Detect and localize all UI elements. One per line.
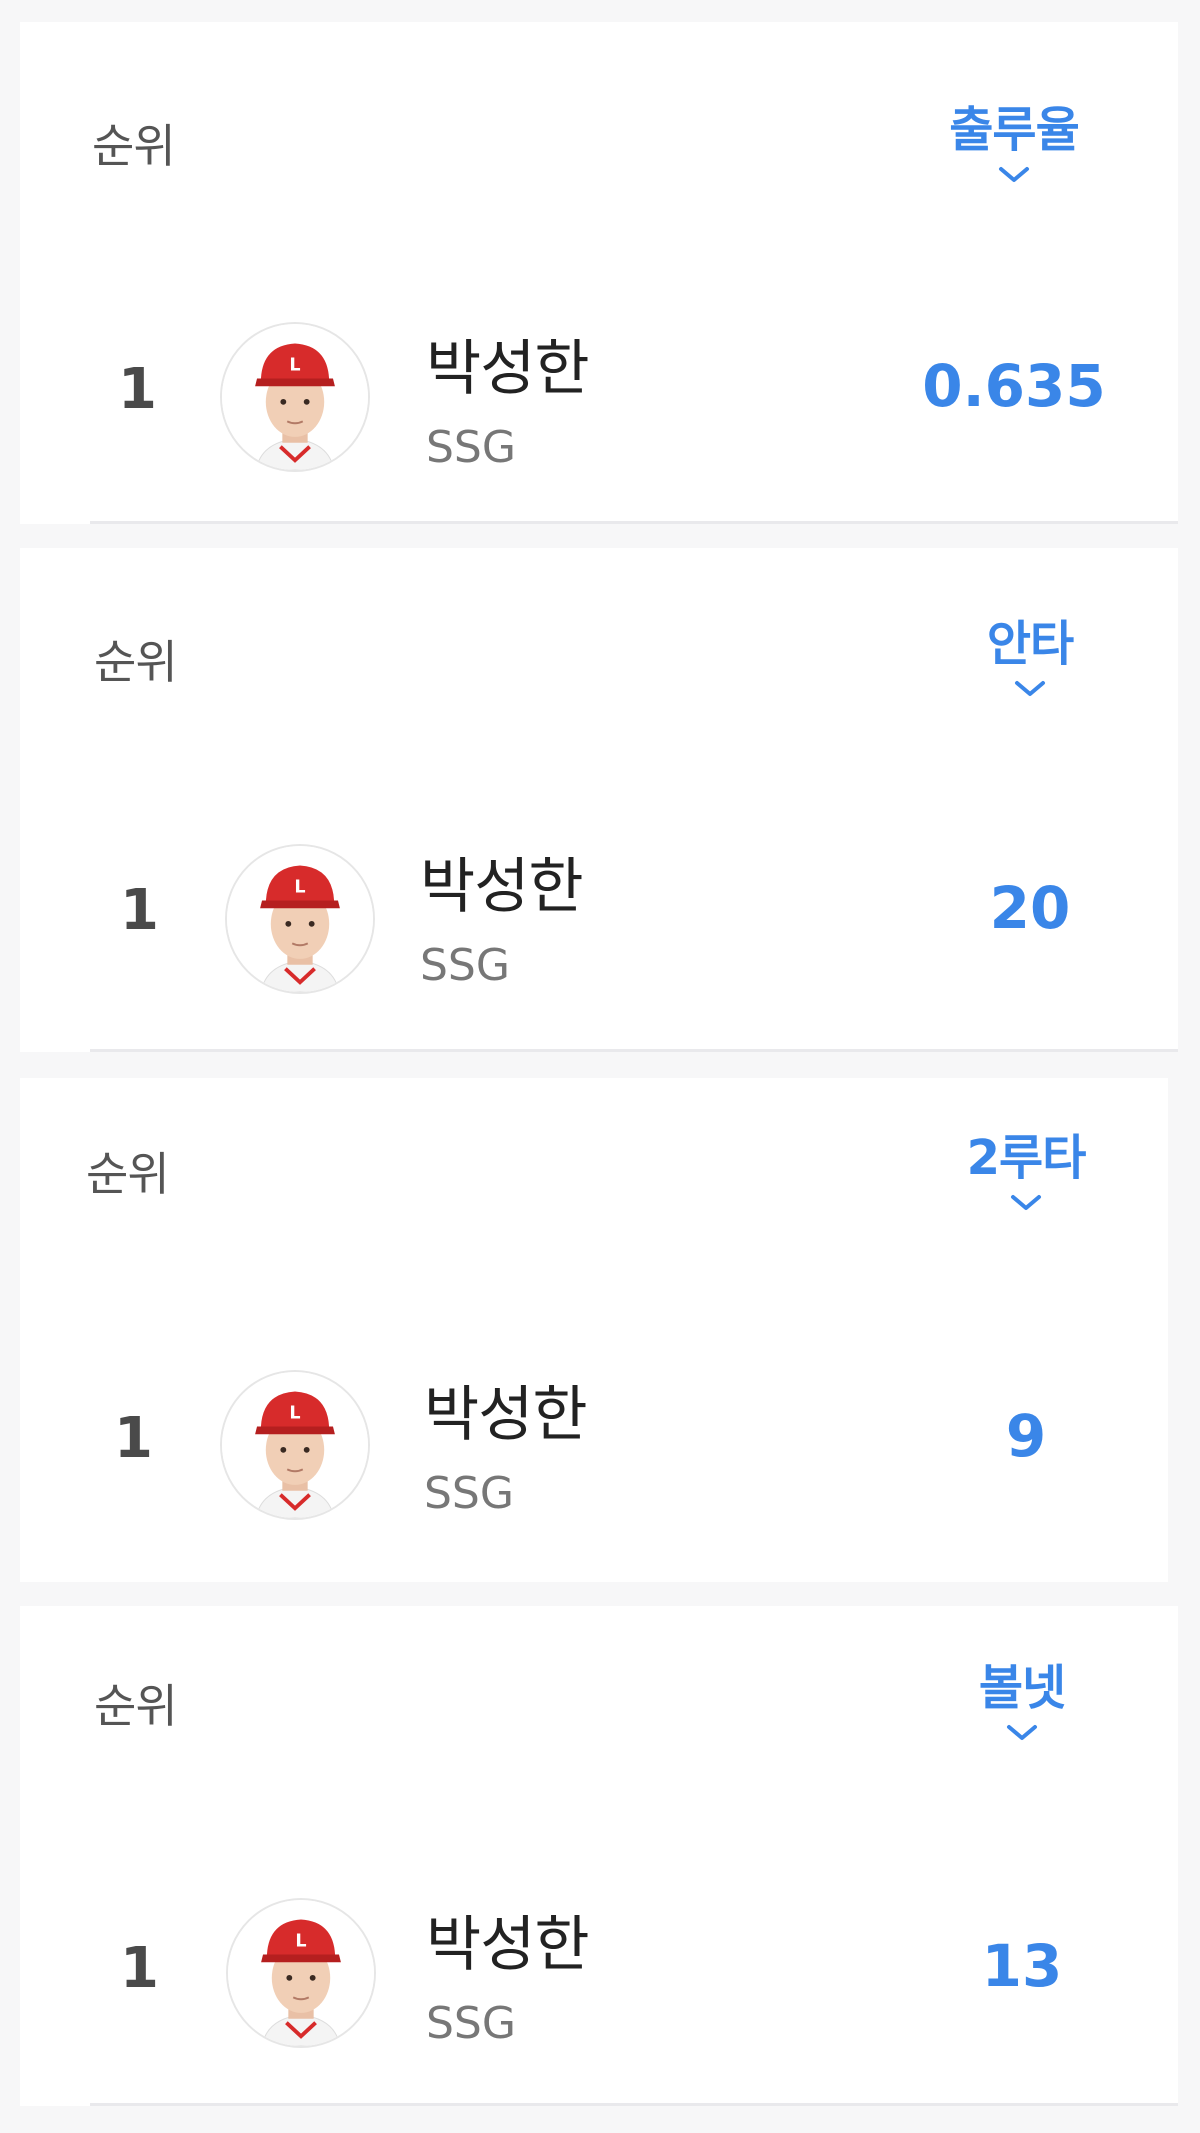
divider xyxy=(90,2103,1178,2106)
stat-value: 0.635 xyxy=(922,352,1106,420)
stat-sort-button[interactable]: 볼넷 xyxy=(902,1658,1142,1744)
avatar: L xyxy=(226,1898,376,2048)
leaderboard-card-hits: 순위 안타 1 L 박성한 SSG 20 xyxy=(20,548,1178,1052)
stat-sort-button[interactable]: 출루율 xyxy=(894,100,1134,186)
svg-text:L: L xyxy=(289,356,300,376)
team-name: SSG xyxy=(426,1998,516,2049)
svg-text:L: L xyxy=(289,1404,300,1424)
rank-header: 순위 xyxy=(94,1679,178,1733)
player-name[interactable]: 박성한 xyxy=(426,1896,590,1983)
stat-sort-button[interactable]: 2루타 xyxy=(906,1128,1146,1214)
team-name: SSG xyxy=(420,940,510,991)
svg-text:L: L xyxy=(294,878,305,898)
stat-label: 출루율 xyxy=(949,102,1079,158)
divider xyxy=(90,1049,1178,1052)
divider xyxy=(90,521,1178,524)
player-name[interactable]: 박성한 xyxy=(426,320,590,407)
rank-header: 순위 xyxy=(86,1147,170,1201)
team-name: SSG xyxy=(426,422,516,473)
chevron-down-icon xyxy=(1015,681,1045,696)
stat-sort-button[interactable]: 안타 xyxy=(910,614,1150,700)
rank-number: 1 xyxy=(120,878,159,943)
avatar: L xyxy=(225,844,375,994)
svg-text:L: L xyxy=(295,1932,306,1952)
rank-number: 1 xyxy=(118,357,157,422)
chevron-down-icon xyxy=(1007,1725,1037,1740)
chevron-down-icon xyxy=(999,167,1029,182)
chevron-down-icon xyxy=(1011,1195,1041,1210)
stat-label: 2루타 xyxy=(966,1130,1087,1186)
stat-label: 볼넷 xyxy=(978,1660,1066,1716)
stat-label: 안타 xyxy=(986,616,1074,672)
leaderboard-card-doubles: 순위 2루타 1 L 박성한 SSG 9 xyxy=(20,1078,1168,1582)
leaderboard-card-on-base: 순위 출루율 1 L 박성한 SSG 0.635 xyxy=(20,22,1178,524)
avatar: L xyxy=(220,1370,370,1520)
player-name[interactable]: 박성한 xyxy=(420,838,584,925)
team-name: SSG xyxy=(424,1468,514,1519)
rank-number: 1 xyxy=(114,1406,153,1471)
stat-value: 20 xyxy=(989,874,1071,942)
rank-number: 1 xyxy=(120,1936,159,2001)
rank-header: 순위 xyxy=(92,119,176,173)
leaderboard-card-walks: 순위 볼넷 1 L 박성한 SSG 13 xyxy=(20,1606,1178,2106)
stat-value: 9 xyxy=(1005,1402,1047,1470)
stat-value: 13 xyxy=(981,1932,1063,2000)
avatar: L xyxy=(220,322,370,472)
rank-header: 순위 xyxy=(94,635,178,689)
player-name[interactable]: 박성한 xyxy=(424,1366,588,1453)
